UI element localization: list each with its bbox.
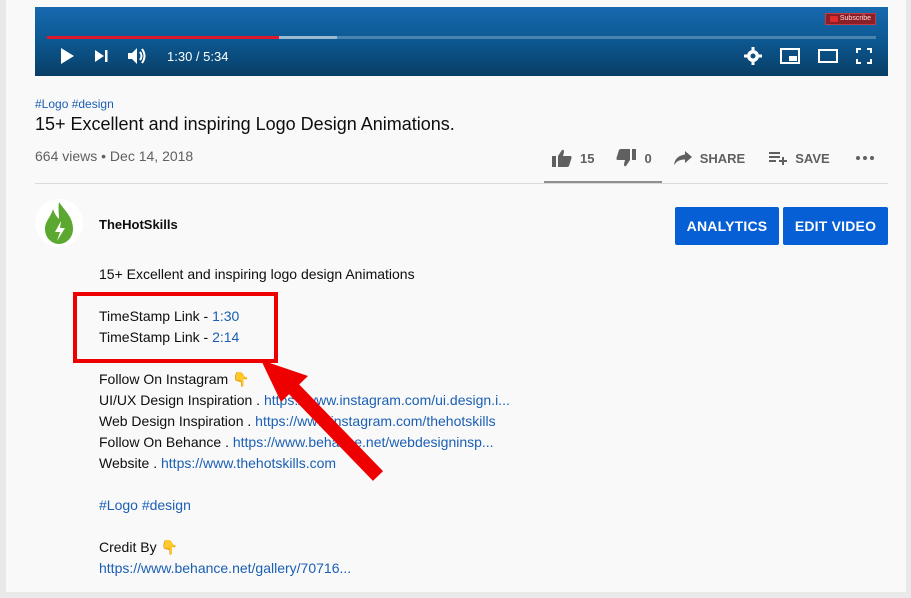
progress-bar[interactable] xyxy=(47,36,876,39)
video-title: 15+ Excellent and inspiring Logo Design … xyxy=(35,114,455,134)
description-intro: 15+ Excellent and inspiring logo design … xyxy=(99,266,415,282)
progress-played xyxy=(47,36,280,39)
miniplayer-icon[interactable] xyxy=(780,48,800,64)
more-horizontal-icon xyxy=(855,156,874,160)
like-button[interactable]: 15 xyxy=(552,149,594,167)
share-button[interactable]: SHARE xyxy=(673,150,746,166)
fullscreen-icon[interactable] xyxy=(856,48,872,64)
video-actions: 15 0 SHARE SAVE xyxy=(546,146,874,170)
video-hashtags[interactable]: #Logo #design xyxy=(35,97,114,111)
description-hashtags[interactable]: #Logo #design xyxy=(99,497,191,513)
website-link[interactable]: https://www.thehotskills.com xyxy=(161,455,336,471)
next-icon[interactable] xyxy=(93,48,109,64)
highlight-box xyxy=(73,292,278,363)
save-label: SAVE xyxy=(795,150,830,166)
save-button[interactable]: SAVE xyxy=(769,150,830,166)
add-to-playlist-icon xyxy=(769,151,788,165)
follow-instagram-line: Follow On Instagram 👇 xyxy=(99,371,250,387)
website-label: Website . xyxy=(99,455,161,471)
subscribe-watermark[interactable]: Subscribe xyxy=(824,13,876,25)
web-instagram-link[interactable]: https://www.instagram.com/thehotskills xyxy=(255,413,495,429)
youtube-logo-icon xyxy=(829,16,838,22)
subscribe-badge-label: Subscribe xyxy=(839,15,871,22)
settings-gear-icon[interactable] xyxy=(744,47,762,65)
credit-line: Credit By 👇 xyxy=(99,539,178,555)
uiux-instagram-link[interactable]: https://www.instagram.com/ui.design.i... xyxy=(264,392,510,408)
behance-link[interactable]: https://www.behance.net/webdesigninsp... xyxy=(233,434,494,450)
page-frame: Subscribe 1:30 / 5:34 #Logo #design 15+ … xyxy=(6,0,906,592)
channel-name[interactable]: TheHotSkills xyxy=(99,217,178,232)
like-count: 15 xyxy=(580,150,595,166)
video-meta: 664 views • Dec 14, 2018 xyxy=(35,148,194,164)
behance-label: Follow On Behance . xyxy=(99,434,233,450)
dislike-button[interactable]: 0 xyxy=(616,149,652,167)
player-controls-right xyxy=(744,47,872,65)
web-label: Web Design Inspiration . xyxy=(99,413,256,429)
play-icon[interactable] xyxy=(59,47,75,65)
website-line: Website . https://www.thehotskills.com xyxy=(99,455,336,471)
share-label: SHARE xyxy=(699,150,746,166)
thumbs-up-icon xyxy=(552,149,572,167)
analytics-button[interactable]: ANALYTICS xyxy=(675,207,779,245)
divider xyxy=(35,183,888,184)
dislike-count: 0 xyxy=(644,150,652,166)
web-design-line: Web Design Inspiration . https://www.ins… xyxy=(99,413,496,429)
uiux-label: UI/UX Design Inspiration . xyxy=(99,392,264,408)
theater-mode-icon[interactable] xyxy=(818,49,838,63)
player-controls-left: 1:30 / 5:34 xyxy=(59,47,228,65)
credit-link[interactable]: https://www.behance.net/gallery/70716... xyxy=(99,560,351,576)
edit-video-button[interactable]: EDIT VIDEO xyxy=(783,207,888,245)
behance-line: Follow On Behance . https://www.behance.… xyxy=(99,434,494,450)
more-actions-button[interactable] xyxy=(855,156,874,160)
channel-avatar[interactable] xyxy=(35,199,83,247)
share-arrow-icon xyxy=(673,151,692,165)
thumbs-down-icon xyxy=(616,149,637,167)
player-time: 1:30 / 5:34 xyxy=(167,48,229,64)
video-player[interactable]: Subscribe 1:30 / 5:34 xyxy=(35,7,888,76)
volume-icon[interactable] xyxy=(127,47,147,65)
uiux-line: UI/UX Design Inspiration . https://www.i… xyxy=(99,392,510,408)
